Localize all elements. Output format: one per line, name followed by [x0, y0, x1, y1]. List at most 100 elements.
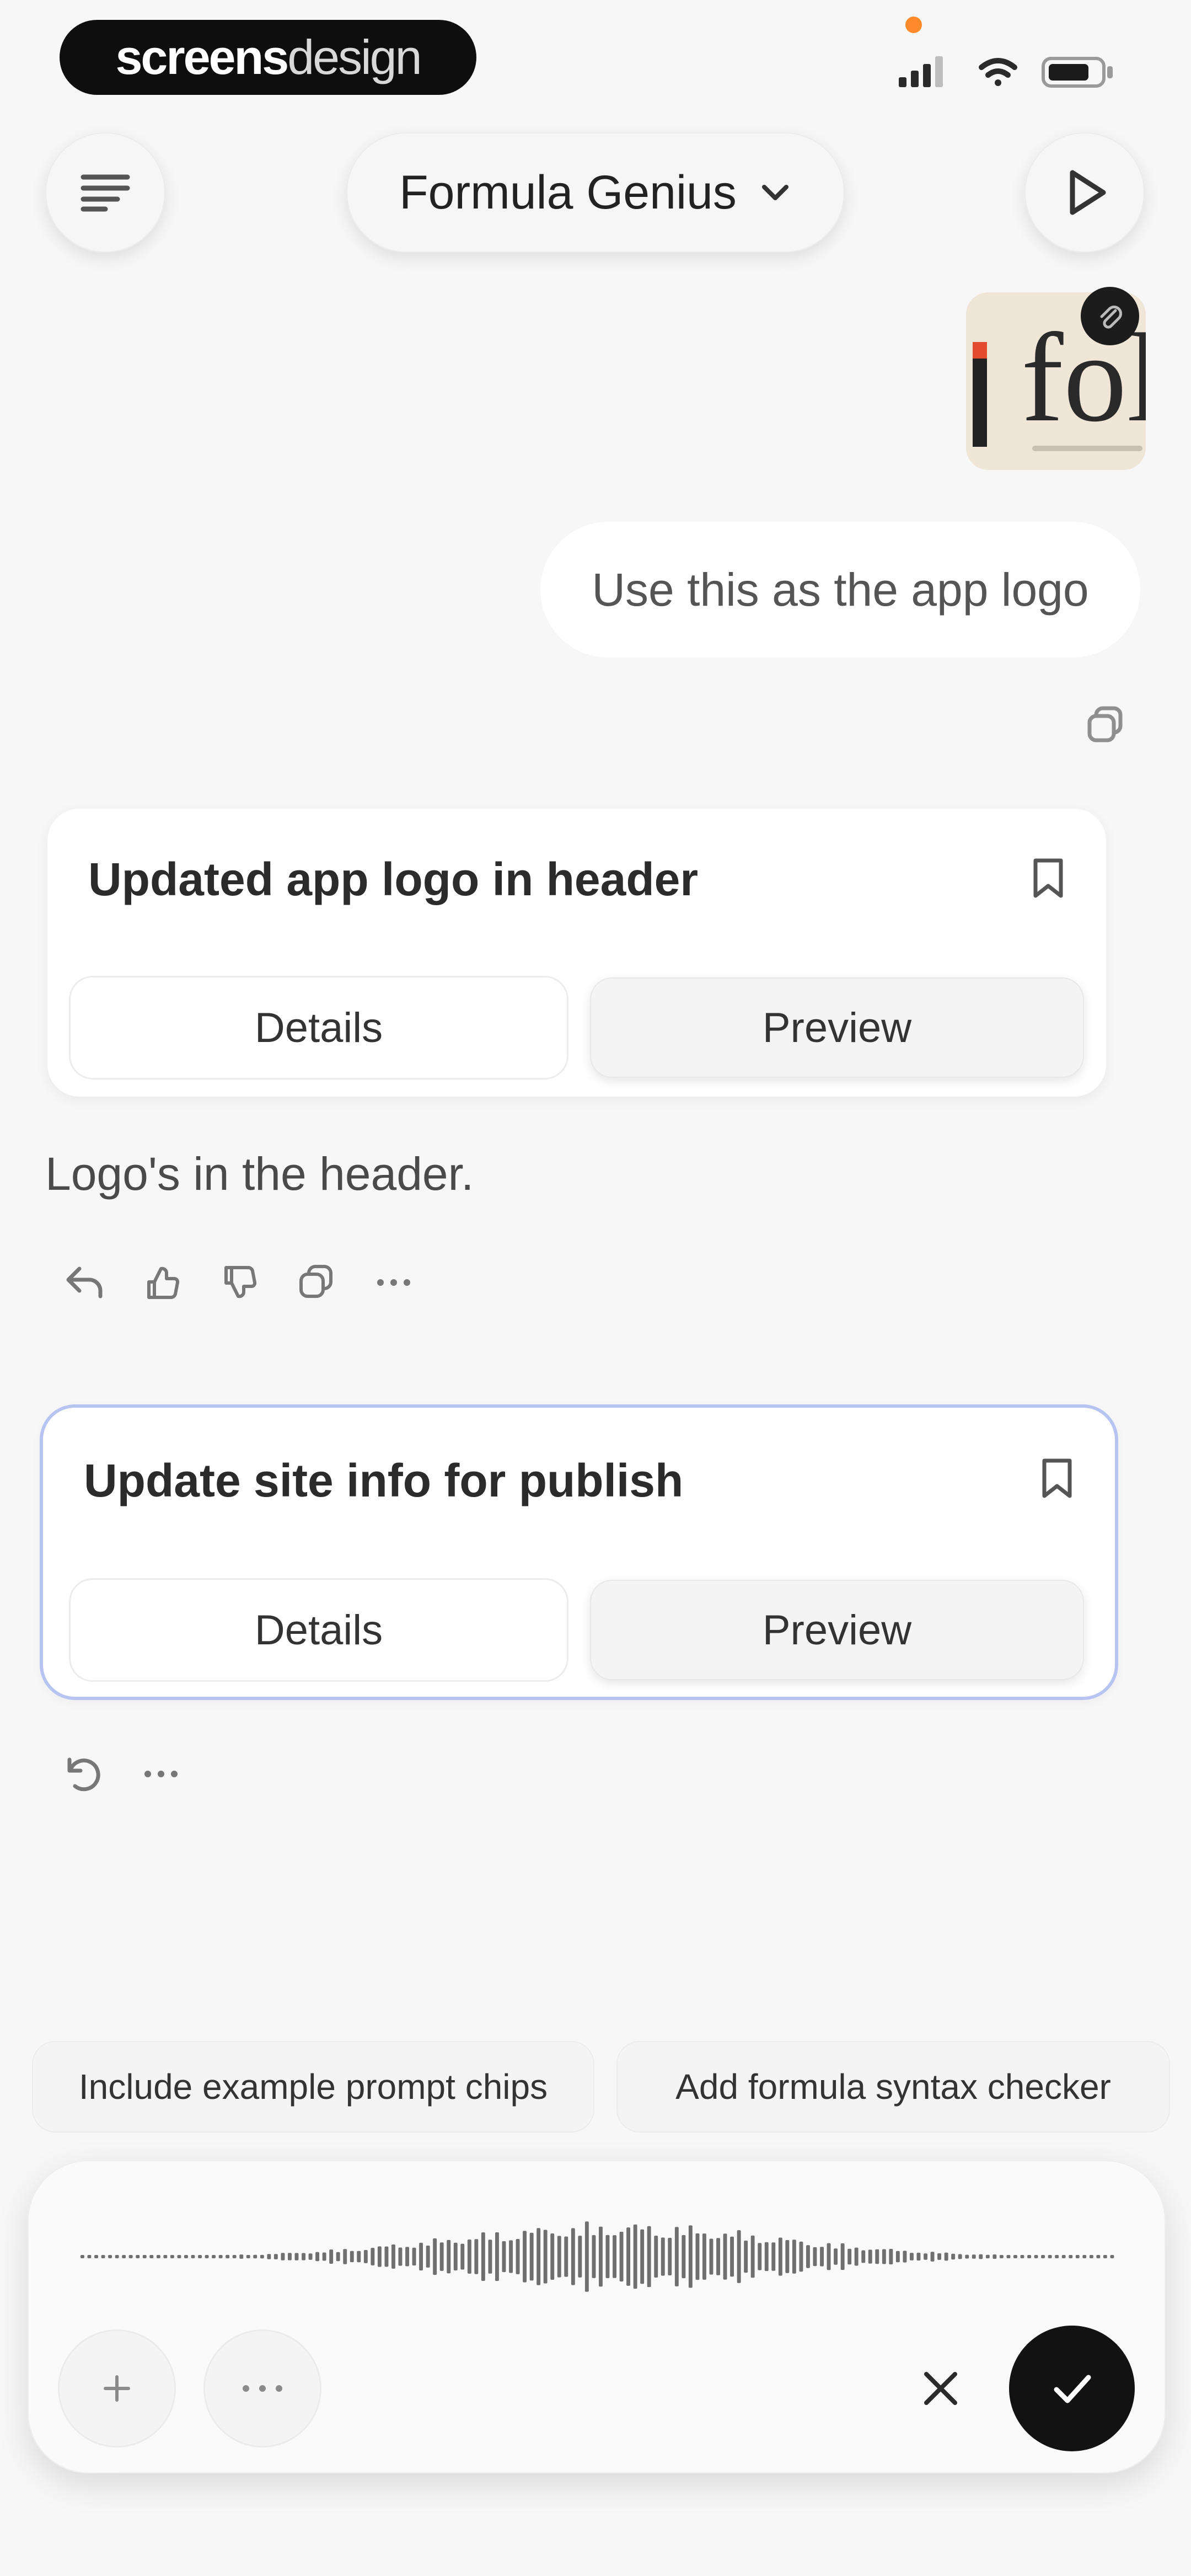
- waveform-bar: [81, 2255, 84, 2258]
- waveform-bar: [398, 2247, 403, 2266]
- brand-part-2: design: [287, 30, 422, 84]
- waveform-bar: [502, 2241, 506, 2273]
- waveform-bar: [854, 2247, 859, 2266]
- waveform-bar: [750, 2235, 755, 2278]
- add-attachment-button[interactable]: [60, 2331, 174, 2446]
- waveform-bar: [156, 2255, 160, 2258]
- waveform-bar: [792, 2240, 796, 2274]
- waveform-bar: [985, 2254, 990, 2259]
- run-preview-button[interactable]: [1024, 132, 1145, 253]
- waveform-bar: [882, 2249, 886, 2264]
- waveform-bar: [205, 2255, 209, 2258]
- reply-icon[interactable]: [63, 1263, 107, 1302]
- waveform-bar: [771, 2242, 776, 2271]
- suggestion-chip[interactable]: Include example prompt chips: [33, 2042, 593, 2131]
- thumbs-up-icon[interactable]: [140, 1263, 184, 1302]
- brand-part-1: screens: [115, 30, 289, 84]
- status-icons: [899, 56, 1113, 88]
- waveform-bar: [94, 2255, 98, 2258]
- more-options-button[interactable]: [205, 2331, 320, 2446]
- waveform-bar: [668, 2237, 672, 2275]
- waveform-bar: [267, 2254, 271, 2259]
- waveform-bar: [993, 2254, 997, 2259]
- menu-button[interactable]: [45, 132, 165, 253]
- more-icon: [243, 2385, 282, 2392]
- bookmark-icon[interactable]: [1038, 1456, 1076, 1500]
- details-button[interactable]: Details: [71, 1580, 567, 1680]
- waveform-bar: [1075, 2255, 1080, 2258]
- waveform-bar: [371, 2248, 375, 2265]
- waveform-bar: [122, 2255, 126, 2258]
- waveform-bar: [1103, 2255, 1107, 2258]
- waveform-bar: [716, 2238, 720, 2275]
- cancel-recording-button[interactable]: [897, 2344, 985, 2433]
- waveform-bar: [453, 2242, 458, 2271]
- waveform-bar: [136, 2255, 140, 2258]
- waveform-bar: [640, 2229, 645, 2284]
- waveform-bar: [226, 2254, 230, 2259]
- check-icon: [1054, 2375, 1091, 2403]
- waveform-bar: [799, 2241, 803, 2272]
- undo-icon[interactable]: [62, 1752, 106, 1796]
- waveform-bar: [875, 2249, 879, 2264]
- waveform-bar: [785, 2240, 790, 2273]
- waveform-bar: [294, 2253, 299, 2260]
- copy-icon[interactable]: [294, 1263, 339, 1302]
- audio-waveform: [81, 2221, 1114, 2292]
- waveform-bar: [1041, 2255, 1045, 2258]
- preview-button[interactable]: Preview: [590, 1580, 1084, 1680]
- copy-message-icon[interactable]: [1084, 705, 1128, 745]
- waveform-bar: [1096, 2255, 1101, 2258]
- waveform-bar: [1089, 2255, 1093, 2258]
- waveform-bar: [1027, 2255, 1031, 2258]
- waveform-bar: [260, 2254, 264, 2259]
- waveform-bar: [467, 2240, 471, 2274]
- waveform-bar: [999, 2255, 1004, 2258]
- waveform-bar: [647, 2226, 651, 2288]
- waveform-bar: [626, 2227, 630, 2286]
- waveform-bar: [564, 2236, 568, 2277]
- chevron-down-icon: [761, 185, 788, 200]
- waveform-bar: [322, 2252, 326, 2261]
- bookmark-icon[interactable]: [1029, 856, 1067, 900]
- waveform-bar: [847, 2248, 852, 2265]
- waveform-bar: [529, 2232, 534, 2281]
- waveform-bar: [834, 2248, 838, 2265]
- menu-icon: [81, 174, 130, 212]
- card-actions-row: [62, 1752, 183, 1796]
- waveform-bar: [1055, 2255, 1059, 2258]
- waveform-bar: [944, 2252, 948, 2261]
- waveform-bar: [661, 2237, 665, 2276]
- preview-button[interactable]: Preview: [590, 977, 1084, 1078]
- waveform-bar: [384, 2246, 389, 2267]
- waveform-bar: [633, 2224, 637, 2289]
- waveform-bar: [599, 2226, 603, 2287]
- waveform-bar: [108, 2255, 112, 2258]
- details-button[interactable]: Details: [71, 977, 567, 1078]
- waveform-bar: [308, 2253, 313, 2260]
- more-icon[interactable]: [372, 1263, 416, 1302]
- waveform-bar: [619, 2231, 624, 2282]
- waveform-bar: [336, 2252, 340, 2262]
- waveform-bar: [584, 2221, 589, 2292]
- waveform-bar: [149, 2255, 154, 2258]
- paperclip-icon: [1100, 306, 1122, 329]
- model-selector[interactable]: Formula Genius: [346, 132, 845, 253]
- waveform-bar: [433, 2238, 437, 2275]
- waveform-bar: [405, 2247, 409, 2267]
- waveform-bar: [1013, 2255, 1017, 2258]
- play-icon: [1070, 170, 1106, 215]
- thumbs-down-icon[interactable]: [217, 1263, 261, 1302]
- brand-watermark: screens design: [60, 20, 476, 95]
- waveform-bar: [1048, 2255, 1052, 2258]
- more-icon[interactable]: [139, 1752, 183, 1796]
- waveform-bar: [820, 2247, 824, 2267]
- waveform-bar: [930, 2252, 935, 2262]
- suggestion-chip[interactable]: Add formula syntax checker: [618, 2042, 1169, 2131]
- waveform-bar: [246, 2255, 250, 2258]
- confirm-recording-button[interactable]: [1009, 2326, 1135, 2451]
- waveform-bar: [184, 2255, 188, 2258]
- wifi-icon: [979, 58, 1017, 86]
- waveform-bar: [730, 2236, 734, 2277]
- waveform-bar: [924, 2253, 927, 2260]
